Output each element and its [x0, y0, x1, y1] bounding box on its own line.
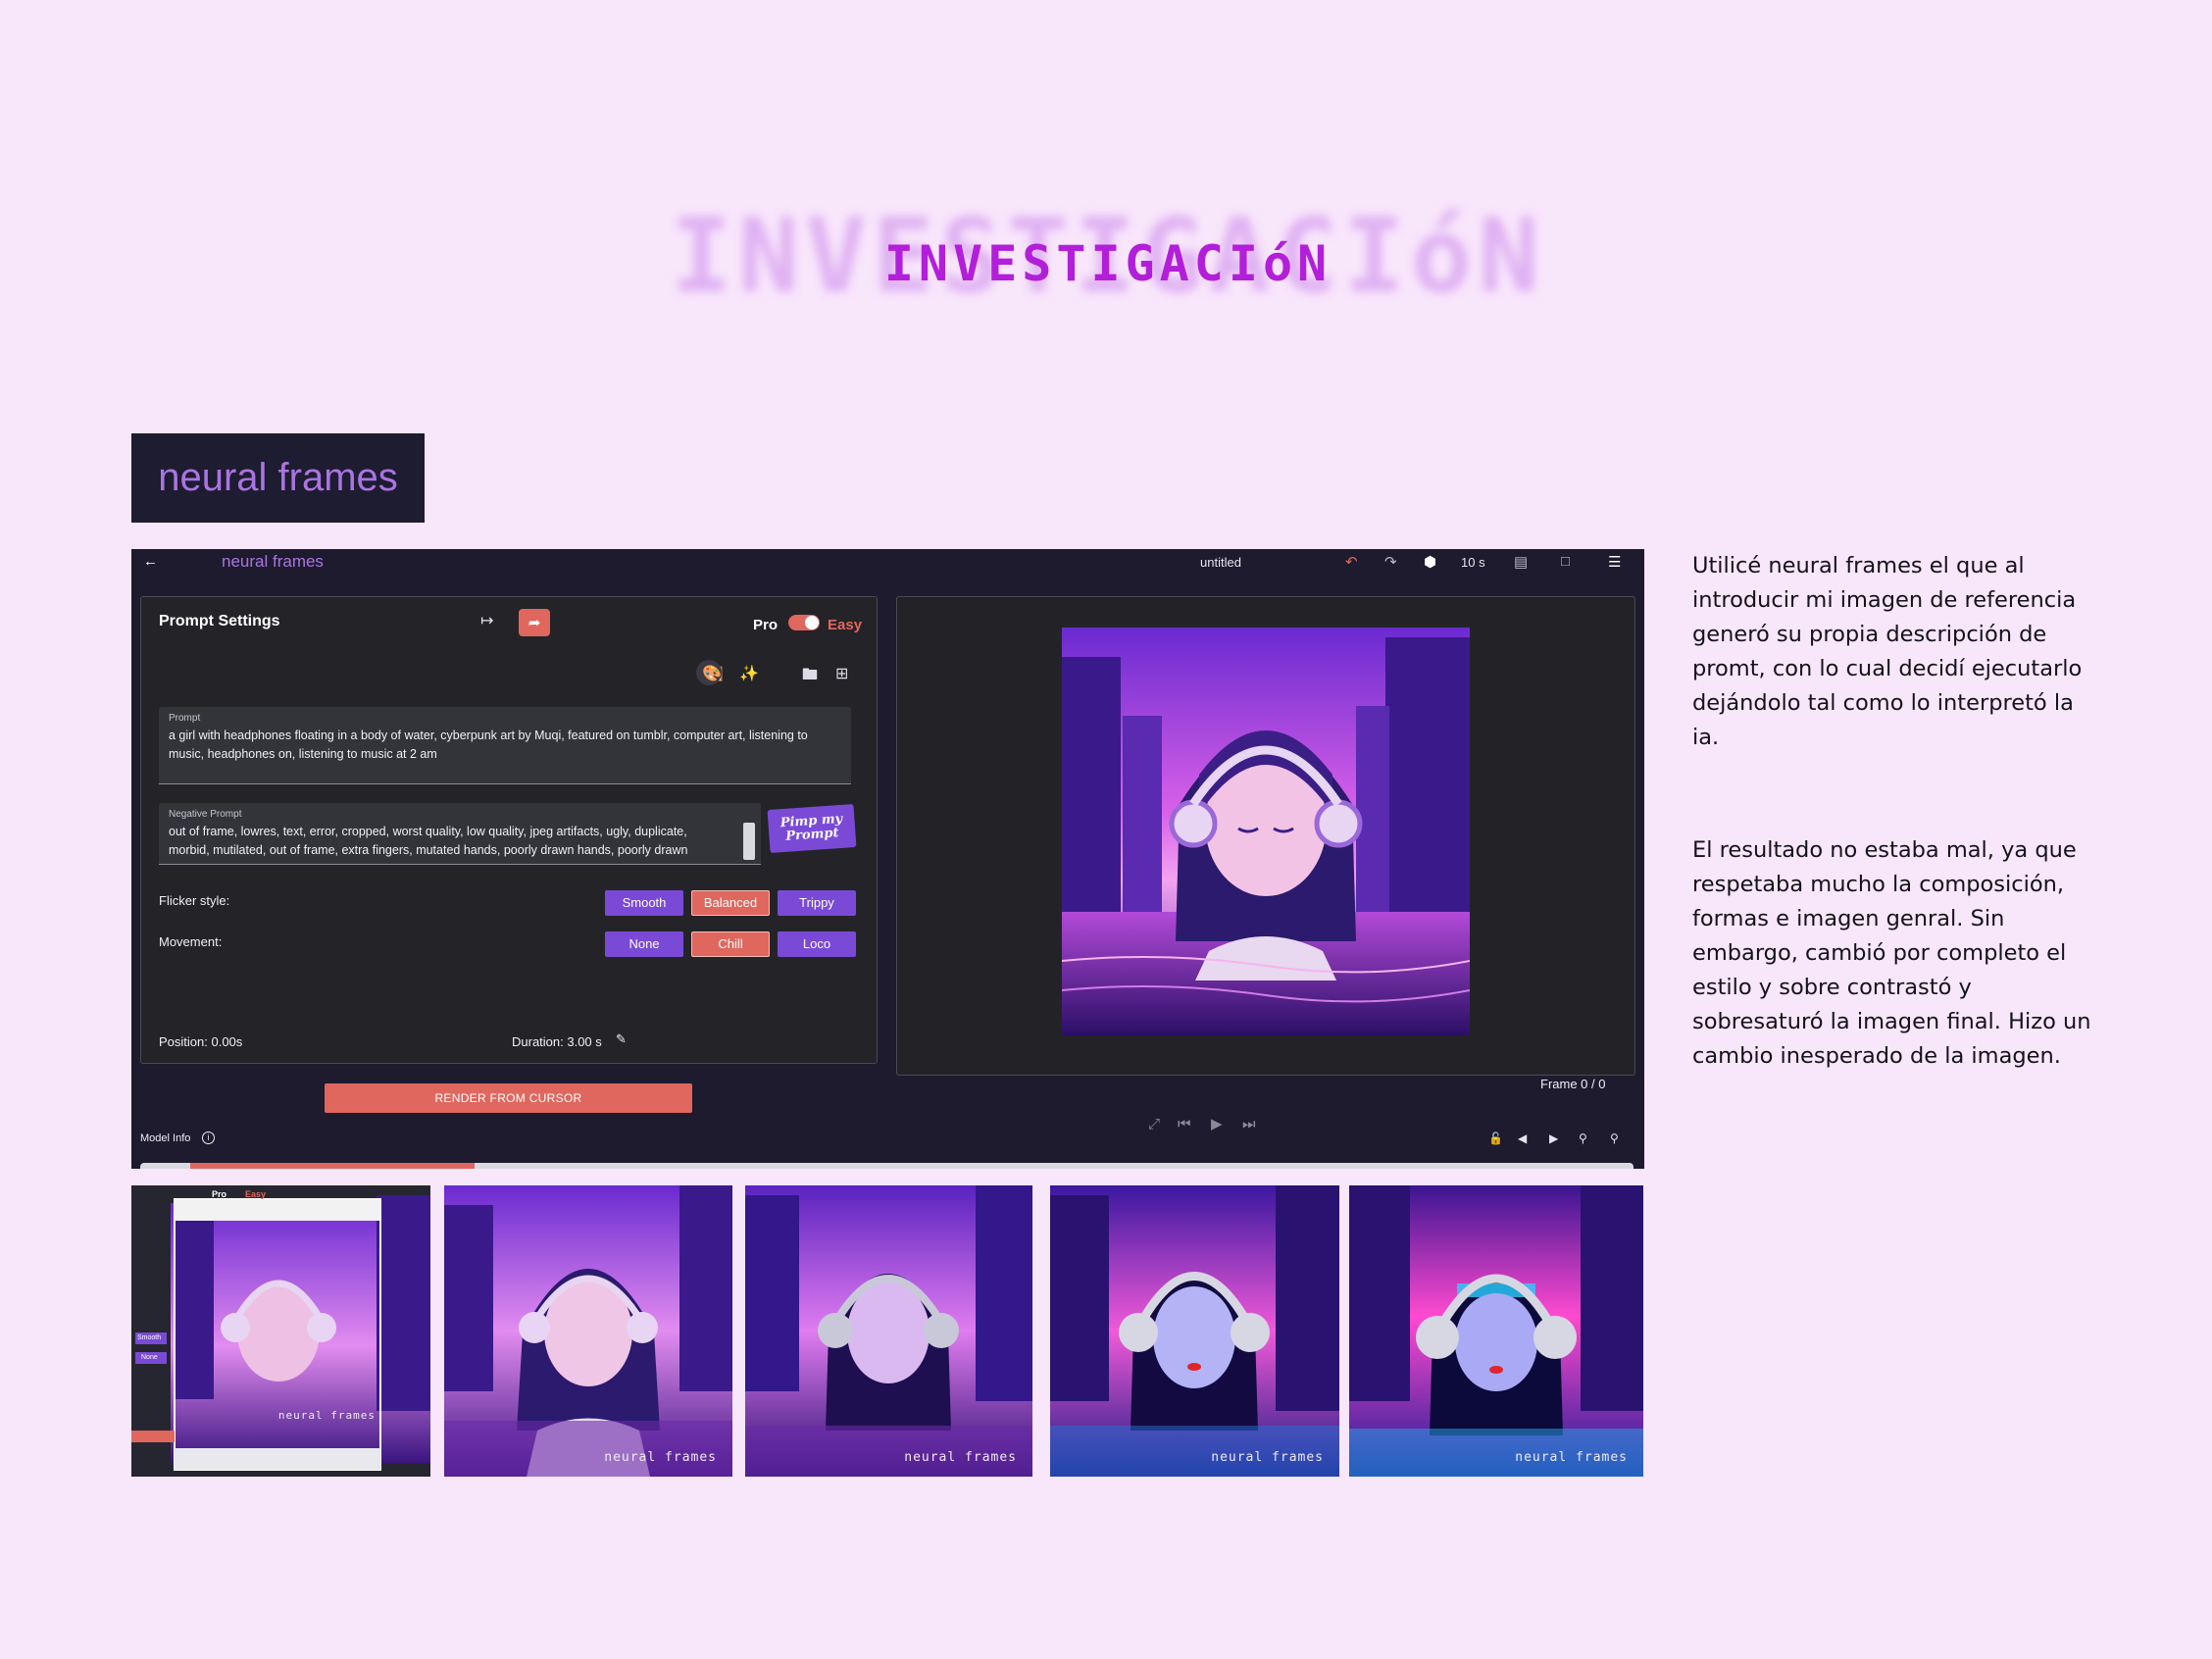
zoom-in-icon[interactable]: ⚲: [1610, 1131, 1619, 1145]
scrollbar[interactable]: [743, 823, 755, 860]
prev-icon[interactable]: ◀: [1518, 1131, 1527, 1145]
collapse-icon[interactable]: ↦: [480, 611, 493, 629]
watermark: neural frames: [277, 1409, 376, 1422]
app-topbar: ← neural frames untitled ↶ ↷ ⬢ 10 s ▤ □ …: [131, 549, 1644, 577]
folder-icon[interactable]: 🖿: [802, 664, 818, 690]
mode-pro-label: Pro: [753, 617, 779, 633]
lock-icon[interactable]: 🔓: [1488, 1131, 1503, 1145]
save-icon[interactable]: ▤: [1514, 553, 1528, 571]
preview-panel: ⤢ ⏮ ▶ ⏭: [896, 596, 1635, 1132]
app-brand[interactable]: neural frames: [222, 552, 324, 572]
position-label: Position: 0.00s: [159, 1034, 243, 1049]
toggle-knob: [805, 616, 819, 629]
mode-easy-label: Easy: [828, 617, 863, 633]
brand-logo: neural frames: [131, 433, 425, 523]
settings-icon[interactable]: ⬢: [1424, 553, 1436, 571]
watermark: neural frames: [604, 1450, 717, 1465]
result-image-4: [1349, 1185, 1643, 1477]
frame-counter: Frame 0 / 0: [1540, 1077, 1606, 1091]
skip-forward-icon[interactable]: ⏭: [1242, 1115, 1256, 1132]
watermark: neural frames: [904, 1450, 1017, 1465]
movement-none-button[interactable]: None: [605, 931, 683, 957]
negative-prompt-textarea[interactable]: Negative Prompt out of frame, lowres, te…: [159, 803, 761, 865]
movement-loco-button[interactable]: Loco: [778, 931, 856, 957]
movement-chill-button[interactable]: Chill: [691, 931, 770, 957]
back-arrow-icon[interactable]: ←: [143, 553, 158, 570]
negative-prompt-label: Negative Prompt: [169, 809, 242, 820]
thumbnail-screen-capture: Pro Easy Smooth None neural frames: [131, 1185, 430, 1477]
page-title: INVESTIGACIóN: [883, 235, 1332, 292]
prompt-textarea[interactable]: Prompt a girl with headphones floating i…: [159, 707, 851, 784]
mini-flicker-button: Smooth: [137, 1334, 162, 1341]
thumbnail-result-2: neural frames: [745, 1185, 1032, 1477]
neural-frames-app-window: ← neural frames untitled ↶ ↷ ⬢ 10 s ▤ □ …: [131, 549, 1644, 1169]
redo-icon[interactable]: ↷: [1384, 553, 1397, 571]
render-from-cursor-button[interactable]: RENDER FROM CURSOR: [325, 1083, 692, 1113]
flicker-style-label: Flicker style:: [159, 893, 230, 908]
document-title[interactable]: untitled: [1200, 555, 1241, 570]
skip-back-icon[interactable]: ⏮: [1178, 1115, 1191, 1132]
add-image-icon[interactable]: ⊞: [835, 664, 848, 682]
movement-label: Movement:: [159, 934, 223, 949]
thumbnail-result-3: neural frames: [1050, 1185, 1339, 1477]
mini-mode-pro: Pro: [212, 1189, 227, 1199]
duration-label: Duration: 3.00 s: [512, 1034, 602, 1049]
flicker-balanced-button[interactable]: Balanced: [691, 890, 770, 916]
flicker-trippy-button[interactable]: Trippy: [778, 890, 856, 916]
prompt-text[interactable]: a girl with headphones floating in a bod…: [169, 727, 845, 764]
thumbnail-result-4: neural frames: [1349, 1185, 1643, 1477]
timeline-clip[interactable]: [190, 1163, 475, 1169]
info-icon[interactable]: i: [202, 1131, 215, 1144]
mini-mode-easy: Easy: [245, 1189, 267, 1199]
screen-capture-image: [131, 1185, 430, 1477]
negative-prompt-text[interactable]: out of frame, lowres, text, error, cropp…: [169, 823, 728, 860]
next-icon[interactable]: ▶: [1549, 1131, 1558, 1145]
magic-wand-icon[interactable]: ✨: [739, 664, 759, 682]
panel-title: Prompt Settings: [159, 613, 280, 629]
pencil-icon[interactable]: ✎: [616, 1032, 627, 1047]
result-image-1: [444, 1185, 732, 1477]
preview-image: [1062, 628, 1470, 1035]
play-icon[interactable]: ▶: [1211, 1115, 1223, 1132]
mode-toggle[interactable]: [788, 615, 820, 630]
share-icon[interactable]: ➦: [519, 609, 550, 636]
thumbnail-result-1: neural frames: [444, 1185, 732, 1477]
description-paragraph-2: El resultado no estaba mal, ya que respe…: [1692, 837, 2091, 1069]
prompt-settings-panel: Prompt Settings ↦ ➦ Pro Easy 📋 ✨ 🎨 🖿 ⊞ P…: [140, 596, 878, 1064]
expand-icon[interactable]: ⤢: [1148, 1115, 1160, 1132]
zoom-out-icon[interactable]: ⚲: [1579, 1131, 1587, 1145]
undo-icon[interactable]: ↶: [1345, 553, 1358, 571]
result-image-3: [1050, 1185, 1339, 1477]
flicker-smooth-button[interactable]: Smooth: [605, 890, 683, 916]
export-icon[interactable]: □: [1561, 553, 1570, 570]
palette-icon[interactable]: 🎨: [702, 664, 722, 682]
result-image-2: [745, 1185, 1032, 1477]
mini-movement-button: None: [141, 1354, 158, 1361]
menu-icon[interactable]: ☰: [1608, 553, 1621, 571]
prompt-label: Prompt: [169, 713, 201, 724]
pimp-my-prompt-button[interactable]: Pimp my Prompt: [767, 803, 857, 854]
model-info-label[interactable]: Model Info: [140, 1132, 190, 1144]
duration-display[interactable]: 10 s: [1461, 555, 1485, 570]
watermark: neural frames: [1211, 1450, 1324, 1465]
watermark: neural frames: [1515, 1450, 1628, 1465]
description-paragraph-1: Utilicé neural frames el que al introduc…: [1692, 553, 2083, 750]
